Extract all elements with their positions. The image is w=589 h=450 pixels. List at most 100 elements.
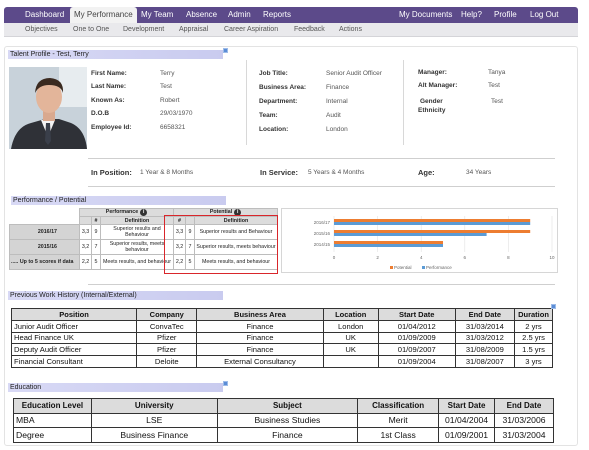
location-label: Location: (259, 126, 289, 133)
number-cell: 9 (91, 224, 101, 240)
col-start-date: Start Date (438, 398, 496, 414)
in-service-label: In Service: (260, 168, 298, 177)
cell: External Consultancy (196, 355, 324, 368)
col-position: Position (10, 308, 138, 321)
manager-label: Manager: (418, 69, 447, 76)
table-row: MBA LSE Business Studies Merit 01/04/200… (13, 412, 554, 428)
table-row: Deputy Audit Officer Pfizer Finance UK 0… (10, 343, 553, 357)
chart-legend-swatch (390, 266, 393, 269)
cell: UK (322, 343, 379, 357)
col-education-level: Education Level (13, 398, 92, 414)
age-value: 34 Years (466, 169, 492, 176)
chart-legend-label: Performance (426, 265, 452, 270)
chart-bar (334, 244, 443, 247)
cell: Business Finance (90, 427, 218, 443)
edit-marker-icon[interactable] (551, 304, 556, 309)
person-photo-icon (9, 67, 87, 149)
edit-marker-icon[interactable] (223, 381, 228, 386)
subnav-career-aspiration[interactable]: Career Aspiration (224, 23, 278, 37)
manager-value: Tanya (488, 69, 506, 76)
cell: 31/03/2004 (494, 427, 554, 443)
chart-tick-label: 10 (549, 255, 555, 260)
score-header (79, 216, 92, 225)
sub-nav: Objectives One to One Development Apprai… (4, 23, 578, 37)
chart-tick-label: 8 (507, 255, 510, 260)
subnav-actions[interactable]: Actions (339, 23, 362, 37)
education-title: Education (8, 381, 228, 392)
profile-photo (9, 67, 87, 149)
chart-category-label: 2014/15 (314, 242, 331, 247)
nav-dashboard[interactable]: Dashboard (25, 7, 64, 23)
nav-my-documents[interactable]: My Documents (399, 7, 452, 23)
info-icon[interactable]: i (140, 209, 148, 216)
chart-bar (334, 233, 487, 236)
cell: UK (322, 331, 379, 345)
cell (322, 355, 379, 368)
employee-id-label: Employee Id: (91, 124, 132, 131)
cell: MBA (13, 412, 92, 428)
chart-tick-label: 4 (420, 255, 423, 260)
row-label: ..... Up to 5 scores if data (9, 254, 80, 270)
in-position-label: In Position: (91, 168, 132, 177)
subnav-objectives[interactable]: Objectives (25, 23, 58, 37)
business-area-value: Finance (326, 84, 350, 91)
subnav-one-to-one[interactable]: One to One (73, 23, 109, 37)
table-row: Junior Audit Officer ConvaTec Finance Lo… (10, 319, 553, 333)
team-label: Team: (259, 112, 278, 119)
col-end-date: End Date (494, 398, 554, 414)
nav-my-team[interactable]: My Team (141, 7, 173, 23)
chart-legend-label: Potential (394, 265, 412, 270)
history-title: Previous Work History (Internal/External… (8, 291, 223, 300)
cell: 31/08/2009 (454, 343, 516, 357)
cell: ConvaTec (136, 319, 198, 333)
profile-divider-2 (88, 186, 555, 187)
cell: Junior Audit Officer (10, 319, 138, 333)
last-name-label: Last Name: (91, 83, 127, 90)
cell: 31/03/2014 (454, 319, 516, 333)
alt-manager-value: Test (488, 82, 500, 89)
nav-absence[interactable]: Absence (186, 7, 217, 23)
chart-category-label: 2016/17 (314, 220, 331, 225)
performance-header-text: Performance (105, 209, 139, 215)
chart-tick-label: 2 (376, 255, 379, 260)
subnav-development[interactable]: Development (123, 23, 164, 37)
definition-cell: Superior results, meets behaviour (100, 239, 174, 255)
education-table: Education Level University Subject Class… (13, 398, 554, 443)
cell: 31/03/2012 (454, 331, 516, 345)
nav-reports[interactable]: Reports (263, 7, 291, 23)
col-company: Company (136, 308, 198, 321)
edit-marker-icon[interactable] (223, 48, 228, 53)
history-title-text: Previous Work History (Internal/External… (10, 292, 137, 299)
gender-value: Test (491, 98, 503, 105)
cell: 1st Class (357, 427, 440, 443)
nav-profile[interactable]: Profile (494, 7, 517, 23)
nav-help[interactable]: Help? (461, 7, 482, 23)
cell: Head Finance UK (10, 331, 138, 345)
top-nav: Dashboard My Performance My Team Absence… (4, 7, 578, 23)
performance-title: Performance / Potential (11, 196, 226, 205)
highlight-box (164, 215, 278, 274)
cell: Pfizer (136, 343, 198, 357)
in-service-value: 5 Years & 4 Months (308, 169, 365, 176)
score-cell: 3,2 (79, 239, 92, 255)
score-cell: 3,3 (79, 224, 92, 240)
job-title-value: Senior Audit Officer (326, 70, 382, 77)
cell: 1.5 yrs (514, 343, 553, 357)
nav-logout[interactable]: Log Out (530, 7, 558, 23)
cell: 01/09/2009 (377, 331, 456, 345)
definition-header: Definition (100, 216, 174, 225)
subnav-feedback[interactable]: Feedback (294, 23, 325, 37)
first-name-value: Terry (160, 70, 175, 77)
subnav-appraisal[interactable]: Appraisal (179, 23, 208, 37)
table-row: Financial Consultant Deloite External Co… (10, 355, 553, 368)
nav-admin[interactable]: Admin (228, 7, 251, 23)
profile-divider (88, 158, 555, 159)
nav-my-performance[interactable]: My Performance (70, 7, 137, 23)
column-divider-2 (403, 60, 404, 145)
col-start-date: Start Date (377, 308, 456, 321)
table-row: Head Finance UK Pfizer Finance UK 01/09/… (10, 331, 553, 345)
column-divider (246, 60, 247, 145)
col-end-date: End Date (454, 308, 516, 321)
chart-legend-swatch (422, 266, 425, 269)
cell: 01/09/2001 (438, 427, 496, 443)
